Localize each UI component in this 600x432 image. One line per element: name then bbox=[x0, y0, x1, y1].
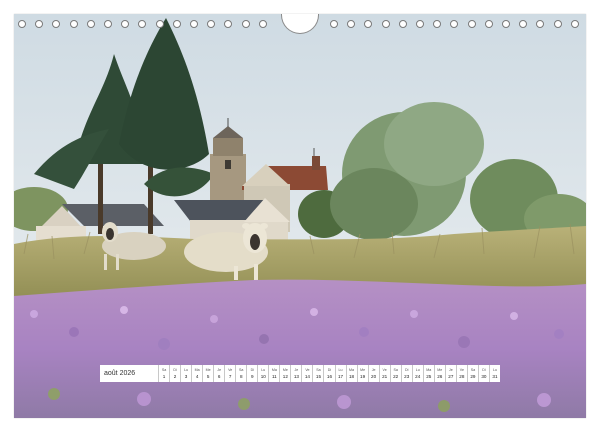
day-number: 8 bbox=[239, 374, 243, 379]
binding-ring bbox=[104, 20, 112, 28]
day-cell: Sa 8 bbox=[235, 365, 246, 382]
landscape-illustration bbox=[14, 14, 586, 418]
day-number: 31 bbox=[492, 374, 498, 379]
day-cell: Ve 21 bbox=[378, 365, 390, 382]
binding-ring bbox=[450, 20, 459, 28]
day-cell: Me 12 bbox=[279, 365, 290, 382]
binding-ring bbox=[241, 20, 250, 28]
calendar-page: août 2026 Sa 1 Di 2 Lu 3 Ma 4 Me 5 Je 6 Ve 7 Sa 8 Di 9 Lu 1… bbox=[0, 0, 600, 432]
day-cell: Ma 25 bbox=[422, 365, 434, 382]
binding-ring bbox=[553, 20, 562, 28]
day-number: 21 bbox=[382, 374, 388, 379]
binding-ring bbox=[138, 20, 147, 28]
binding-ring bbox=[258, 20, 267, 28]
binding-ring bbox=[18, 20, 26, 28]
day-cell: Di 9 bbox=[246, 365, 257, 382]
day-cell: Lu 31 bbox=[488, 365, 500, 382]
day-cells: Sa 1 Di 2 Lu 3 Ma 4 Me 5 Je 6 Ve 7 Sa 8 Di 9 Lu 10 Ma 11 Me 12 J… bbox=[158, 365, 500, 382]
day-number: 7 bbox=[228, 374, 232, 379]
binding-ring bbox=[35, 20, 44, 28]
day-number: 5 bbox=[206, 374, 210, 379]
binding-ring bbox=[519, 20, 528, 28]
day-cell: Ve 7 bbox=[224, 365, 235, 382]
day-cell: Lu 10 bbox=[257, 365, 268, 382]
binding-ring bbox=[207, 20, 216, 28]
day-cell: Ve 14 bbox=[301, 365, 312, 382]
day-cell: Di 23 bbox=[400, 365, 412, 382]
day-number: 12 bbox=[282, 374, 288, 379]
binding-ring bbox=[536, 20, 545, 28]
day-cell: Je 6 bbox=[213, 365, 224, 382]
day-cell: Lu 3 bbox=[180, 365, 191, 382]
day-number: 17 bbox=[337, 374, 344, 379]
day-cell: Di 2 bbox=[169, 365, 180, 382]
day-number: 4 bbox=[195, 374, 199, 379]
day-cell: Ma 11 bbox=[268, 365, 279, 382]
day-number: 14 bbox=[304, 374, 310, 379]
day-cell: Me 26 bbox=[433, 365, 445, 382]
day-cell: Sa 15 bbox=[312, 365, 323, 382]
day-cell: Ve 28 bbox=[455, 365, 467, 382]
binding-ring bbox=[86, 20, 95, 28]
day-number: 16 bbox=[326, 374, 333, 379]
day-number: 28 bbox=[459, 374, 465, 379]
day-number: 19 bbox=[360, 374, 366, 379]
day-number: 13 bbox=[293, 374, 299, 379]
day-number: 26 bbox=[437, 374, 443, 379]
sea-lavender-field bbox=[14, 279, 586, 418]
binding-ring bbox=[364, 20, 373, 28]
day-number: 27 bbox=[448, 374, 454, 379]
day-number: 25 bbox=[426, 374, 432, 379]
binding-ring bbox=[190, 20, 198, 28]
day-number: 11 bbox=[271, 374, 277, 379]
day-cell: Lu 17 bbox=[334, 365, 346, 382]
binding-ring bbox=[570, 20, 579, 28]
binding-ring bbox=[224, 20, 233, 28]
binding-ring bbox=[69, 20, 78, 28]
day-number: 18 bbox=[348, 374, 355, 379]
day-number: 3 bbox=[184, 374, 188, 379]
binding-ring bbox=[155, 20, 164, 28]
binding-ring bbox=[484, 20, 493, 28]
day-cell: Me 5 bbox=[202, 365, 213, 382]
day-cell: Me 19 bbox=[356, 365, 368, 382]
binding-ring bbox=[467, 20, 476, 28]
day-cell: Lu 24 bbox=[411, 365, 423, 382]
day-cell: Je 20 bbox=[367, 365, 379, 382]
binding-ring bbox=[381, 20, 390, 28]
binding-ring bbox=[52, 20, 61, 28]
month-label: août 2026 bbox=[104, 370, 136, 377]
day-number: 30 bbox=[481, 374, 487, 379]
day-number: 20 bbox=[371, 374, 377, 379]
binding-ring bbox=[433, 20, 442, 28]
day-cell: Ma 18 bbox=[345, 365, 357, 382]
day-number: 24 bbox=[415, 374, 421, 379]
day-number: 10 bbox=[260, 374, 266, 379]
day-number: 15 bbox=[315, 374, 322, 379]
day-cell: Ma 4 bbox=[191, 365, 202, 382]
day-cell: Di 16 bbox=[323, 365, 334, 382]
binding-ring bbox=[398, 20, 407, 28]
binding-ring bbox=[121, 20, 130, 28]
day-number: 1 bbox=[162, 374, 166, 379]
day-cell: Di 30 bbox=[477, 365, 489, 382]
day-number: 6 bbox=[217, 374, 221, 379]
day-cell: Sa 22 bbox=[389, 365, 401, 382]
binding-ring bbox=[347, 20, 356, 28]
day-number: 29 bbox=[470, 374, 476, 379]
day-cell: Je 13 bbox=[290, 365, 301, 382]
binding-ring bbox=[172, 20, 181, 28]
day-number: 23 bbox=[404, 374, 410, 379]
month-calendar-strip: août 2026 Sa 1 Di 2 Lu 3 Ma 4 Me 5 Je 6 Ve 7 Sa 8 Di 9 Lu 1… bbox=[100, 365, 500, 382]
day-cell: Sa 1 bbox=[158, 365, 169, 382]
day-number: 22 bbox=[393, 374, 399, 379]
day-cell: Sa 29 bbox=[466, 365, 478, 382]
binding-ring bbox=[330, 20, 338, 28]
binding-ring bbox=[416, 20, 424, 28]
day-cell: Je 27 bbox=[444, 365, 456, 382]
landscape-photo bbox=[14, 14, 586, 418]
day-number: 9 bbox=[250, 374, 254, 379]
binding-ring bbox=[502, 20, 510, 28]
day-number: 2 bbox=[173, 374, 177, 379]
